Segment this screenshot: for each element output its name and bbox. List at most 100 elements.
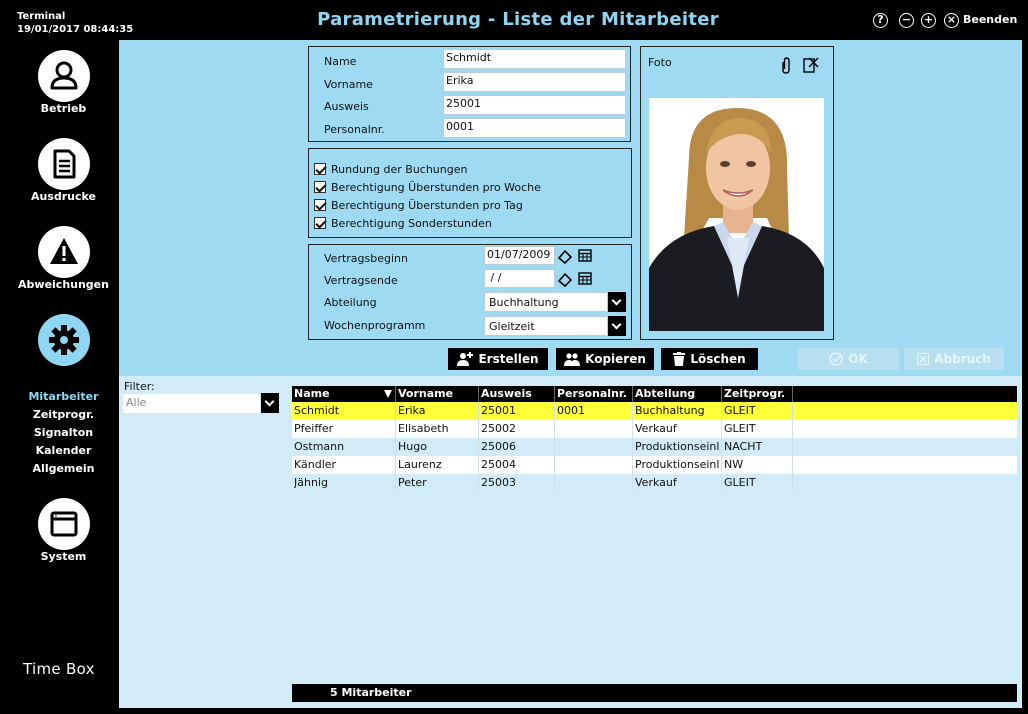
- table-cell: NACHT: [724, 440, 763, 453]
- calendar-icon[interactable]: [578, 271, 593, 286]
- table-row[interactable]: Ostmann Hugo 25006 Produktionseinl NACHT: [292, 438, 1017, 456]
- table-row[interactable]: Jähnig Peter 25003 Verkauf GLEIT: [292, 474, 1017, 492]
- ausweis-label: Ausweis: [324, 100, 369, 113]
- table-footer: 5 Mitarbeiter: [292, 684, 1017, 702]
- ausweis-field[interactable]: 25001: [443, 95, 626, 115]
- subnav-mitarbeiter[interactable]: Mitarbeiter: [8, 390, 119, 403]
- sidebar-item-label[interactable]: Betrieb: [8, 102, 119, 115]
- ok-button[interactable]: OK: [798, 348, 899, 370]
- beenden-button[interactable]: Beenden: [963, 13, 1017, 26]
- trash-icon: [673, 352, 686, 366]
- column-divider: [478, 438, 479, 456]
- abbruch-button[interactable]: Abbruch: [904, 348, 1004, 370]
- column-divider: [632, 438, 633, 456]
- loeschen-button[interactable]: Löschen: [661, 348, 758, 370]
- vorname-field[interactable]: Erika: [443, 72, 626, 92]
- column-divider: [721, 474, 722, 492]
- plus-icon[interactable]: +: [921, 13, 936, 28]
- col-header-abteilung[interactable]: Abteilung: [635, 387, 695, 400]
- col-header-zeitprogr[interactable]: Zeitprogr.: [724, 387, 785, 400]
- table-cell: Kändler: [294, 458, 337, 471]
- sidebar: Betrieb Ausdrucke Abweichungen Mitarbeit…: [8, 40, 119, 708]
- table-cell: GLEIT: [724, 476, 756, 489]
- sidebar-item-label[interactable]: System: [8, 550, 119, 563]
- personalnr-field[interactable]: 0001: [443, 118, 626, 138]
- column-divider: [792, 474, 793, 492]
- cancel-icon: [917, 353, 930, 365]
- column-divider: [554, 438, 555, 456]
- table-cell: GLEIT: [724, 422, 756, 435]
- column-divider: [632, 420, 633, 438]
- chevron-down-icon[interactable]: [608, 316, 626, 336]
- table-row[interactable]: Schmidt Erika 25001 0001 Buchhaltung GLEIT: [292, 402, 1017, 420]
- table-cell: 0001: [557, 404, 585, 417]
- wochenprogramm-select[interactable]: Gleitzeit: [484, 316, 608, 336]
- kopieren-button[interactable]: Kopieren: [556, 348, 654, 370]
- calendar-icon[interactable]: [578, 248, 593, 263]
- col-header-personalnr[interactable]: Personalnr.: [557, 387, 627, 400]
- chevron-down-icon[interactable]: [608, 292, 626, 312]
- column-divider: [554, 420, 555, 438]
- column-divider: [792, 402, 793, 420]
- sidebar-item-label[interactable]: Ausdrucke: [8, 190, 119, 203]
- wochenprogramm-label: Wochenprogramm: [324, 319, 426, 332]
- paperclip-icon[interactable]: [780, 57, 792, 75]
- table-row[interactable]: Kändler Laurenz 25004 Produktionseinl NW: [292, 456, 1017, 474]
- table-cell: Pfeiffer: [294, 422, 334, 435]
- column-divider: [721, 402, 722, 420]
- ok-label: OK: [848, 352, 868, 366]
- contract-group: Vertragsbeginn 01/07/2009 Vertragsende /…: [308, 244, 632, 340]
- sidebar-item-abweichungen[interactable]: [38, 226, 90, 278]
- col-header-name[interactable]: Name: [294, 387, 330, 400]
- name-field[interactable]: Schmidt: [443, 49, 626, 69]
- column-divider: [792, 420, 793, 438]
- window-icon: [50, 511, 78, 537]
- checkbox-rundung[interactable]: [314, 163, 326, 175]
- checkbox-ueberstunden-woche[interactable]: [314, 181, 326, 193]
- column-divider: [554, 474, 555, 492]
- sidebar-item-label[interactable]: Abweichungen: [8, 278, 119, 291]
- sidebar-item-ausdrucke[interactable]: [38, 138, 90, 190]
- vertragsende-field[interactable]: / /: [484, 269, 555, 288]
- column-divider: [395, 474, 396, 492]
- vertragsbeginn-field[interactable]: 01/07/2009: [484, 246, 555, 265]
- col-header-vorname[interactable]: Vorname: [398, 387, 453, 400]
- table-cell: Verkauf: [635, 476, 677, 489]
- remove-attachment-icon[interactable]: [803, 57, 819, 73]
- erstellen-button[interactable]: Erstellen: [448, 348, 548, 370]
- checkbox-ueberstunden-tag[interactable]: [314, 199, 326, 211]
- permissions-group: Rundung der Buchungen Berechtigung Übers…: [308, 148, 632, 238]
- help-icon[interactable]: ?: [873, 13, 888, 28]
- column-divider: [395, 456, 396, 474]
- sidebar-item-system[interactable]: [38, 498, 90, 550]
- subnav-zeitprogr[interactable]: Zeitprogr.: [8, 408, 119, 421]
- close-icon[interactable]: ×: [944, 13, 959, 28]
- table-cell: Jähnig: [294, 476, 328, 489]
- column-divider: [554, 402, 555, 420]
- sidebar-item-betrieb[interactable]: [38, 50, 90, 102]
- vertragsende-label: Vertragsende: [324, 274, 398, 287]
- table-row[interactable]: Pfeiffer Elisabeth 25002 Verkauf GLEIT: [292, 420, 1017, 438]
- checkbox-sonderstunden[interactable]: [314, 217, 326, 229]
- minus-icon[interactable]: −: [899, 13, 914, 28]
- subnav-allgemein[interactable]: Allgemein: [8, 462, 119, 475]
- foto-label: Foto: [648, 56, 672, 69]
- eraser-icon[interactable]: [557, 271, 573, 287]
- subnav-kalender[interactable]: Kalender: [8, 444, 119, 457]
- table-cell: Verkauf: [635, 422, 677, 435]
- filter-select[interactable]: Alle: [123, 394, 260, 413]
- table-body: Schmidt Erika 25001 0001 Buchhaltung GLEIT Pfe…: [292, 402, 1017, 492]
- column-divider: [478, 420, 479, 438]
- table-header: Name Vorname Ausweis Personalnr. Abteilu…: [292, 386, 1017, 402]
- abteilung-select[interactable]: Buchhaltung: [484, 292, 608, 312]
- col-header-ausweis[interactable]: Ausweis: [481, 387, 532, 400]
- window-title: Parametrierung - Liste der Mitarbeiter: [317, 9, 719, 30]
- chevron-down-icon[interactable]: [261, 393, 279, 413]
- employee-count: 5 Mitarbeiter: [330, 686, 412, 699]
- sidebar-item-parametrierung[interactable]: [38, 314, 90, 366]
- sort-desc-icon[interactable]: [384, 390, 392, 398]
- table-cell: 25001: [481, 404, 516, 417]
- table-cell: 25002: [481, 422, 516, 435]
- subnav-signalton[interactable]: Signalton: [8, 426, 119, 439]
- eraser-icon[interactable]: [557, 248, 573, 264]
